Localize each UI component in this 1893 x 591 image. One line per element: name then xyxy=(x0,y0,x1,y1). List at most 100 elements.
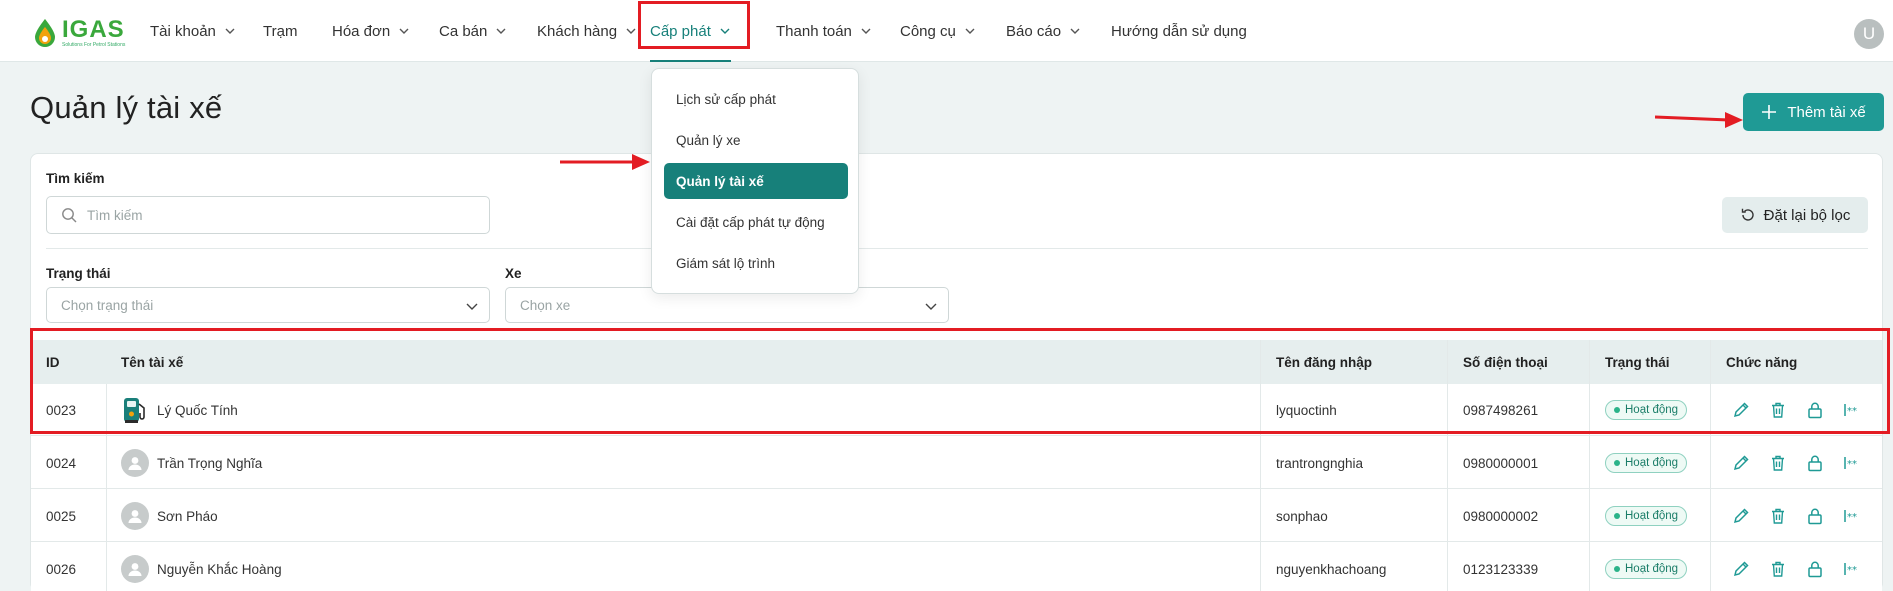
menu-item-giam-sat-lo-trinh[interactable]: Giám sát lộ trình xyxy=(664,245,848,281)
nav-item-huong-dan[interactable]: Hướng dẫn sử dụng xyxy=(1111,0,1247,62)
row-id: 0024 xyxy=(46,455,77,471)
search-icon xyxy=(62,208,77,223)
default-avatar-icon xyxy=(121,555,149,583)
default-avatar-icon xyxy=(121,449,149,477)
chevron-down-icon xyxy=(399,28,409,34)
highlight-box-nav xyxy=(638,1,750,49)
nav-item-tai-khoan[interactable]: Tài khoản xyxy=(150,0,236,62)
column-divider xyxy=(1447,340,1448,591)
header-driver-name[interactable]: Tên tài xế xyxy=(121,340,183,384)
table-row[interactable]: 0025 Sơn Pháo sonphao 0980000002 Hoạt độ… xyxy=(31,490,1882,542)
nav-label: Trạm xyxy=(263,22,298,40)
reset-filter-button[interactable]: Đặt lại bộ lọc xyxy=(1722,197,1868,233)
header-actions: Chức năng xyxy=(1726,354,1798,370)
table-row[interactable]: 0024 Trần Trọng Nghĩa trantrongnghia 098… xyxy=(31,437,1882,489)
menu-item-label: Cài đặt cấp phát tự động xyxy=(676,214,825,230)
header-username[interactable]: Tên đăng nhập xyxy=(1276,340,1372,384)
row-id: 0025 xyxy=(46,508,77,524)
lock-icon[interactable] xyxy=(1805,559,1825,579)
edit-icon[interactable] xyxy=(1731,559,1751,579)
header-phone[interactable]: Số điện thoại xyxy=(1463,340,1548,384)
driver-name: Trần Trọng Nghĩa xyxy=(157,455,263,471)
column-divider xyxy=(1710,340,1711,591)
red-arrow-icon xyxy=(1655,112,1743,128)
row-status: Hoạt động xyxy=(1605,543,1688,591)
table-row[interactable]: 0026 Nguyễn Khắc Hoàng nguyenkhachoang 0… xyxy=(31,543,1882,591)
menu-item-label: Quản lý xe xyxy=(676,132,741,148)
delete-icon[interactable] xyxy=(1768,559,1788,579)
menu-item-cai-dat-cap-phat[interactable]: Cài đặt cấp phát tự động xyxy=(664,204,848,240)
edit-icon[interactable] xyxy=(1731,453,1751,473)
chevron-down-icon xyxy=(225,28,235,34)
menu-item-label: Lịch sử cấp phát xyxy=(676,91,776,107)
filter-divider xyxy=(46,248,1868,249)
row-actions: ** xyxy=(1731,384,1862,436)
driver-name: Sơn Pháo xyxy=(157,508,218,524)
status-filter-label: Trạng thái xyxy=(46,266,111,281)
menu-item-label: Giám sát lộ trình xyxy=(676,255,776,271)
table-header: ID Tên tài xế Tên đăng nhập Số điện thoạ… xyxy=(31,340,1882,384)
row-id: 0026 xyxy=(46,561,77,577)
nav-item-ca-ban[interactable]: Ca bán xyxy=(439,0,507,62)
edit-icon[interactable] xyxy=(1731,400,1751,420)
search-label: Tìm kiếm xyxy=(46,171,105,186)
status-text: Hoạt động xyxy=(1625,457,1679,469)
status-dot xyxy=(1614,407,1620,413)
row-phone: 0980000002 xyxy=(1463,508,1539,524)
nav-item-thanh-toan[interactable]: Thanh toán xyxy=(776,0,872,62)
nav-label: Công cụ xyxy=(900,22,956,40)
default-avatar-icon xyxy=(121,502,149,530)
menu-item-quan-ly-xe[interactable]: Quản lý xe xyxy=(664,122,848,158)
row-driver: Lý Quốc Tính xyxy=(121,384,238,436)
row-username: sonphao xyxy=(1276,508,1328,524)
search-field[interactable] xyxy=(46,196,490,234)
reset-filter-label: Đặt lại bộ lọc xyxy=(1763,206,1851,224)
password-reset-icon[interactable]: ** xyxy=(1842,453,1862,473)
row-actions: ** xyxy=(1731,490,1862,542)
page-title: Quản lý tài xế xyxy=(30,90,223,125)
password-reset-icon[interactable]: ** xyxy=(1842,400,1862,420)
nav-item-tram[interactable]: Trạm xyxy=(263,0,297,62)
column-divider xyxy=(1589,340,1590,591)
driver-name: Lý Quốc Tính xyxy=(157,402,238,418)
red-arrow-icon xyxy=(560,154,650,170)
nav-item-hoa-don[interactable]: Hóa đơn xyxy=(332,0,410,62)
lock-icon[interactable] xyxy=(1805,506,1825,526)
nav-item-cong-cu[interactable]: Công cụ xyxy=(900,0,976,62)
menu-item-lich-su-cap-phat[interactable]: Lịch sử cấp phát xyxy=(664,81,848,117)
status-text: Hoạt động xyxy=(1625,563,1679,575)
user-avatar[interactable]: U xyxy=(1854,19,1884,49)
table-row[interactable]: 0023 Lý Quốc Tính lyquoctinh 0987498261 … xyxy=(31,384,1882,436)
lock-icon[interactable] xyxy=(1805,400,1825,420)
top-navbar: IGAS Solutions For Petrol Stations Tài k… xyxy=(0,0,1893,62)
header-status[interactable]: Trạng thái xyxy=(1605,340,1670,384)
nav-item-bao-cao[interactable]: Báo cáo xyxy=(1006,0,1081,62)
status-text: Hoạt động xyxy=(1625,510,1679,522)
row-status: Hoạt động xyxy=(1605,437,1688,489)
delete-icon[interactable] xyxy=(1768,453,1788,473)
svg-text:**: ** xyxy=(1847,406,1857,417)
row-driver: Trần Trọng Nghĩa xyxy=(121,437,262,489)
chevron-down-icon xyxy=(626,28,636,34)
chevron-down-icon xyxy=(1070,28,1080,34)
row-username: trantrongnghia xyxy=(1276,455,1364,471)
delete-icon[interactable] xyxy=(1768,506,1788,526)
header-id[interactable]: ID xyxy=(46,340,60,384)
cap-phat-dropdown-menu: Lịch sử cấp phát Quản lý xe Quản lý tài … xyxy=(651,68,859,294)
row-status: Hoạt động xyxy=(1605,490,1688,542)
nav-item-khach-hang[interactable]: Khách hàng xyxy=(537,0,637,62)
user-initial: U xyxy=(1862,24,1876,43)
status-select[interactable]: Chọn trạng thái xyxy=(46,287,490,323)
add-driver-button[interactable]: Thêm tài xế xyxy=(1743,93,1884,131)
chevron-down-icon xyxy=(466,303,478,310)
menu-item-quan-ly-tai-xe[interactable]: Quản lý tài xế xyxy=(664,163,848,199)
chevron-down-icon xyxy=(496,28,506,34)
edit-icon[interactable] xyxy=(1731,506,1751,526)
delete-icon[interactable] xyxy=(1768,400,1788,420)
password-reset-icon[interactable]: ** xyxy=(1842,506,1862,526)
row-actions: ** xyxy=(1731,437,1862,489)
vehicle-filter-label: Xe xyxy=(505,266,522,281)
lock-icon[interactable] xyxy=(1805,453,1825,473)
search-input[interactable] xyxy=(87,207,467,223)
password-reset-icon[interactable]: ** xyxy=(1842,559,1862,579)
